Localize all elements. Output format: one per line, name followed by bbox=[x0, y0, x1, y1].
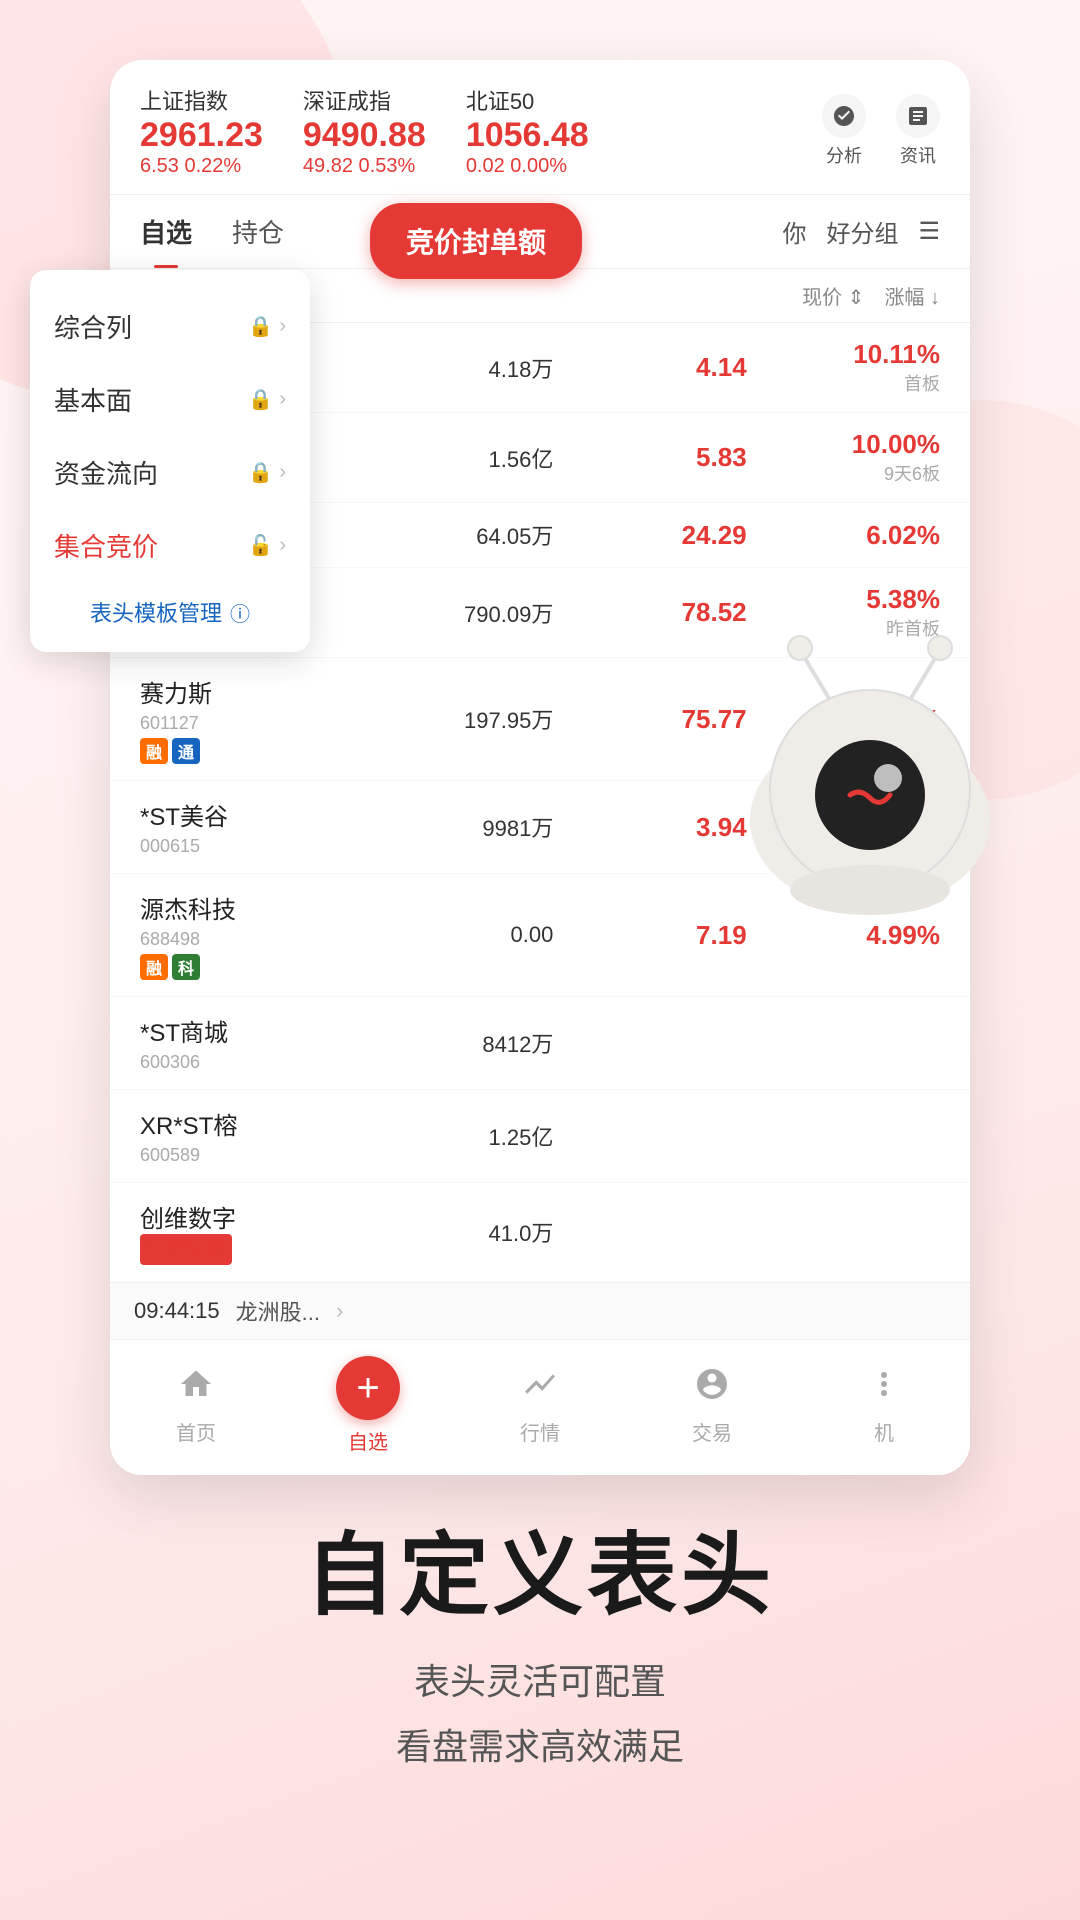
nav-more[interactable]: 机 bbox=[824, 1366, 944, 1446]
index-name-sz: 深证成指 bbox=[303, 84, 426, 116]
lock-icon-general: 🔒 bbox=[248, 314, 273, 339]
tab-row: 自选 持仓 竞价封单额 你 好分组 ☰ bbox=[110, 195, 970, 269]
info-icon: ⓘ bbox=[230, 598, 250, 627]
header-actions: 分析 资讯 bbox=[822, 94, 940, 168]
sub-title: 表头灵活可配置 看盘需求高效满足 bbox=[0, 1650, 1080, 1780]
stock-row-stshangcheng[interactable]: *ST商城 600306 8412万 bbox=[110, 997, 970, 1090]
badge-rong2: 融 bbox=[140, 954, 168, 980]
bottom-nav: 首页 + 自选 行情 交易 机 bbox=[110, 1339, 970, 1475]
home-icon bbox=[178, 1366, 214, 1411]
nav-more-label: 机 bbox=[874, 1417, 894, 1446]
trade-icon bbox=[694, 1366, 730, 1411]
index-change-sz: 49.82 0.53% bbox=[303, 155, 426, 178]
tab-group[interactable]: 好分组 bbox=[826, 214, 898, 249]
tab-right-actions: 你 好分组 ☰ bbox=[782, 214, 940, 249]
analysis-icon bbox=[822, 94, 866, 138]
nav-trade[interactable]: 交易 bbox=[652, 1366, 772, 1446]
bid-button[interactable]: 竞价封单额 bbox=[370, 203, 582, 279]
stock-row-xrstrong[interactable]: XR*ST榕 600589 1.25亿 bbox=[110, 1090, 970, 1183]
menu-item-bid[interactable]: 集合竞价 🔓 › bbox=[30, 509, 310, 582]
menu-item-general[interactable]: 综合列 🔒 › bbox=[30, 290, 310, 363]
news-label: 资讯 bbox=[900, 142, 936, 168]
index-change-bj: 0.02 0.00% bbox=[466, 155, 589, 178]
news-icon bbox=[896, 94, 940, 138]
arrow-icon-capital: › bbox=[279, 461, 286, 484]
index-beijing[interactable]: 北证50 1056.48 0.02 0.00% bbox=[466, 84, 589, 178]
menu-item-fundamental[interactable]: 基本面 🔒 › bbox=[30, 363, 310, 436]
arrow-icon-fundamental: › bbox=[279, 388, 286, 411]
analysis-button[interactable]: 分析 bbox=[822, 94, 866, 168]
menu-icon[interactable]: ☰ bbox=[918, 217, 940, 246]
nav-market[interactable]: 行情 bbox=[480, 1366, 600, 1446]
col-current-price: 现价 ⇕ bbox=[802, 281, 864, 310]
nav-home[interactable]: 首页 bbox=[136, 1366, 256, 1446]
index-value-sz: 9490.88 bbox=[303, 116, 426, 155]
main-title: 自定义表头 bbox=[0, 1527, 1080, 1626]
sub-title-line1: 表头灵活可配置 bbox=[414, 1661, 666, 1702]
nav-home-label: 首页 bbox=[176, 1417, 216, 1446]
arrow-icon-bid: › bbox=[279, 534, 286, 557]
nav-trade-label: 交易 bbox=[692, 1417, 732, 1446]
col-change: 涨幅 ↓ bbox=[884, 281, 940, 310]
more-icon bbox=[866, 1366, 902, 1411]
index-name-sh: 上证指数 bbox=[140, 84, 263, 116]
tab-you[interactable]: 你 bbox=[782, 214, 806, 249]
sub-title-line2: 看盘需求高效满足 bbox=[396, 1726, 684, 1767]
menu-item-label-bid: 集合竞价 bbox=[54, 527, 158, 564]
arrow-icon-general: › bbox=[279, 315, 286, 338]
index-value-sh: 2961.23 bbox=[140, 116, 263, 155]
ticker-arrow[interactable]: › bbox=[336, 1298, 343, 1324]
bottom-text-section: 自定义表头 表头灵活可配置 看盘需求高效满足 bbox=[0, 1527, 1080, 1780]
menu-item-label-fundamental: 基本面 bbox=[54, 381, 132, 418]
menu-footer-label: 表头模板管理 bbox=[90, 596, 222, 628]
lock-icon-capital: 🔒 bbox=[248, 460, 273, 485]
index-change-sh: 6.53 0.22% bbox=[140, 155, 263, 178]
chart-icon bbox=[522, 1366, 558, 1411]
index-header: 上证指数 2961.23 6.53 0.22% 深证成指 9490.88 49.… bbox=[110, 60, 970, 195]
monitor-label: 监控精灵 bbox=[140, 1234, 360, 1265]
ticker-time: 09:44:15 bbox=[134, 1298, 220, 1324]
index-shangheng[interactable]: 上证指数 2961.23 6.53 0.22% bbox=[140, 84, 263, 178]
menu-footer[interactable]: 表头模板管理 ⓘ bbox=[30, 582, 310, 642]
nav-market-label: 行情 bbox=[520, 1417, 560, 1446]
nav-watchlist[interactable]: + 自选 bbox=[308, 1356, 428, 1455]
analysis-label: 分析 bbox=[826, 142, 862, 168]
menu-item-label-capital: 资金流向 bbox=[54, 454, 158, 491]
dropdown-menu: 综合列 🔒 › 基本面 🔒 › 资金流向 🔒 › 集合竞价 🔓 › 表头模板管理… bbox=[30, 270, 310, 652]
index-shenzhen[interactable]: 深证成指 9490.88 49.82 0.53% bbox=[303, 84, 426, 178]
index-value-bj: 1056.48 bbox=[466, 116, 589, 155]
mascot bbox=[720, 620, 1020, 920]
menu-item-label-general: 综合列 bbox=[54, 308, 132, 345]
tab-watchlist[interactable]: 自选 bbox=[140, 195, 192, 268]
lock-icon-bid: 🔓 bbox=[248, 533, 273, 558]
add-icon[interactable]: + bbox=[336, 1356, 400, 1420]
mascot-svg bbox=[720, 620, 1020, 920]
ticker-bar: 09:44:15 龙洲股... › bbox=[110, 1282, 970, 1339]
tab-position[interactable]: 持仓 bbox=[232, 195, 284, 268]
badge-rong: 融 bbox=[140, 738, 168, 764]
badge-ke: 科 bbox=[172, 954, 200, 980]
lock-icon-fundamental: 🔒 bbox=[248, 387, 273, 412]
menu-item-capital[interactable]: 资金流向 🔒 › bbox=[30, 436, 310, 509]
stock-row-chuangwei[interactable]: 创维数字 监控精灵 41.0万 bbox=[110, 1183, 970, 1282]
ticker-name: 龙洲股... bbox=[236, 1295, 320, 1327]
news-button[interactable]: 资讯 bbox=[896, 94, 940, 168]
badge-tong: 通 bbox=[172, 738, 200, 764]
nav-watchlist-label: 自选 bbox=[348, 1426, 388, 1455]
index-name-bj: 北证50 bbox=[466, 84, 589, 116]
